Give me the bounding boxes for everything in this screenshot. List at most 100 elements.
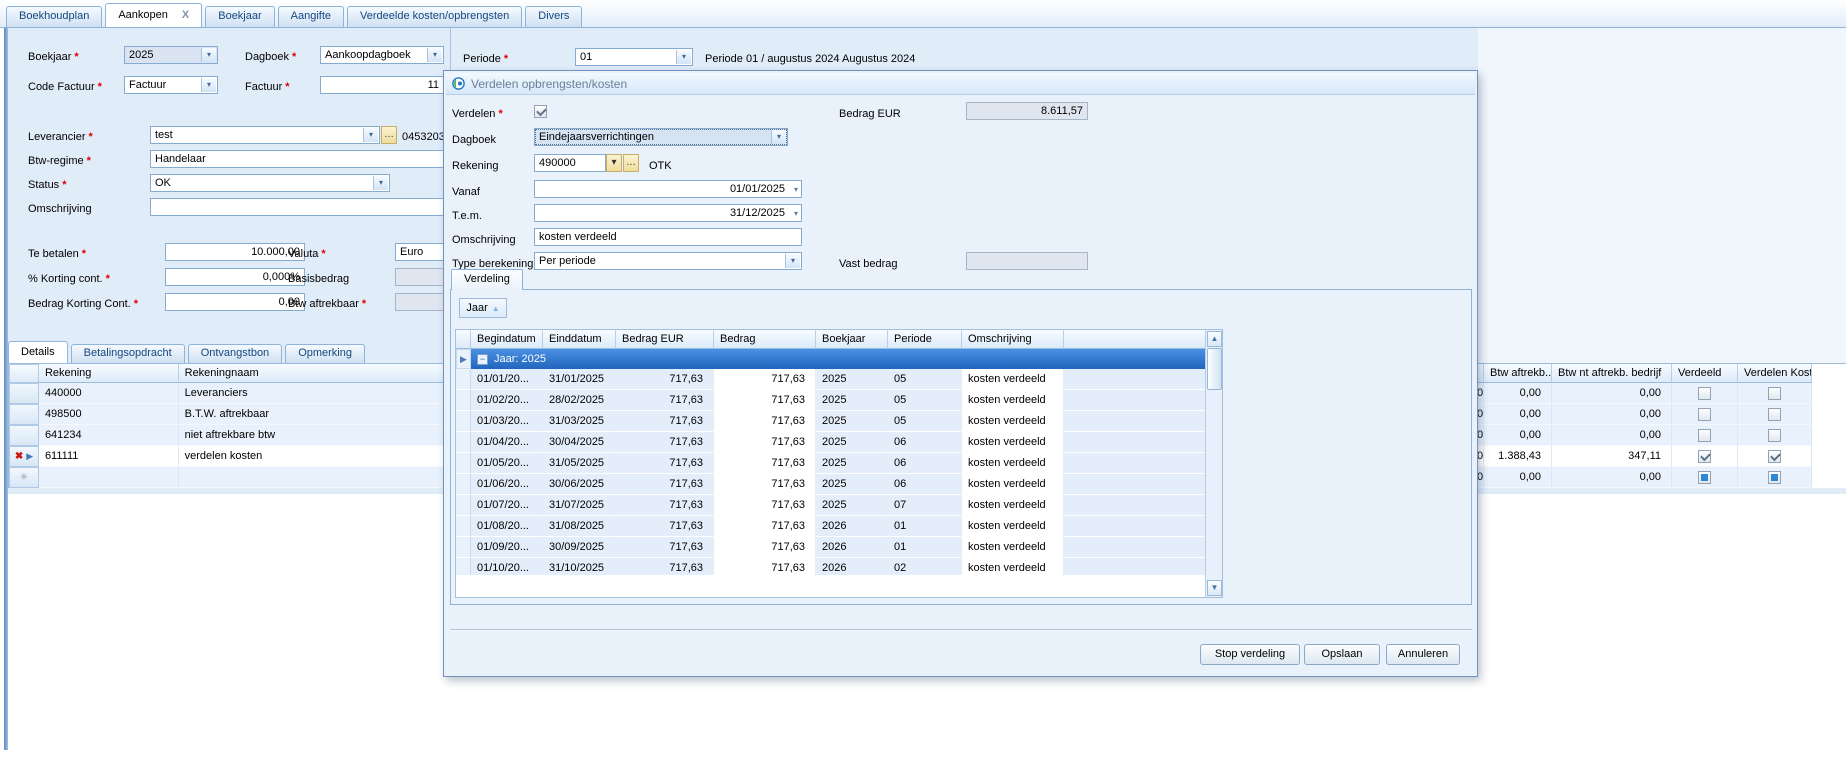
col-boekjaar[interactable]: Boekjaar <box>816 330 888 349</box>
chevron-down-icon[interactable]: ▾ <box>201 48 216 62</box>
col-begindatum[interactable]: Begindatum <box>471 330 543 349</box>
code-factuur-select[interactable]: Factuur▾ <box>124 76 218 94</box>
verdeling-row[interactable]: 01/07/20... 31/07/2025 717,63 717,63 202… <box>456 495 1207 516</box>
table-row[interactable]: 0 0,00 0,00 <box>1477 383 1846 404</box>
row-header[interactable]: ✖ ▶ <box>9 446 39 467</box>
row-header[interactable] <box>9 425 39 446</box>
col-verdeeld[interactable]: Verdeeld <box>1672 364 1738 383</box>
leverancier-select[interactable]: test▾ <box>150 126 380 144</box>
table-row-new[interactable]: ✳ <box>9 467 444 488</box>
scrollbar-thumb[interactable] <box>1207 348 1222 390</box>
col-rekening[interactable]: Rekening <box>39 364 179 383</box>
col-rekeningnaam[interactable]: Rekeningnaam <box>179 364 444 383</box>
tab-aankopen[interactable]: Aankopen X <box>105 3 202 27</box>
table-row-current[interactable]: 0 1.388,43 347,11 <box>1477 446 1846 467</box>
verdeling-row[interactable]: 01/02/20... 28/02/2025 717,63 717,63 202… <box>456 390 1207 411</box>
periode-select[interactable]: 01▾ <box>575 48 693 66</box>
verdeeld-checkbox[interactable] <box>1698 471 1711 484</box>
group-row-jaar-2025[interactable]: ▶ − Jaar: 2025 <box>456 349 1207 369</box>
dialog-rekening-input[interactable]: 490000 <box>534 154 606 172</box>
col-btw-nt-aftrekb[interactable]: Btw nt aftrekb. bedrijf <box>1552 364 1672 383</box>
opslaan-button[interactable]: Opslaan <box>1304 644 1380 665</box>
chevron-down-icon[interactable]: ▾ <box>676 50 691 64</box>
table-row[interactable]: 0 0,00 0,00 <box>1477 425 1846 446</box>
verdelen-kosten-checkbox[interactable] <box>1768 429 1781 442</box>
korting-bedrag-input[interactable]: 0,00 <box>165 293 305 311</box>
dialog-omschrijving-input[interactable]: kosten verdeeld <box>534 228 802 246</box>
col-einddatum[interactable]: Einddatum <box>543 330 616 349</box>
table-row[interactable]: 0 0,00 0,00 <box>1477 404 1846 425</box>
scroll-up-icon[interactable]: ▲ <box>1207 331 1222 347</box>
col-periode[interactable]: Periode <box>888 330 962 349</box>
verdeling-row[interactable]: 01/05/20... 31/05/2025 717,63 717,63 202… <box>456 453 1207 474</box>
vanaf-input[interactable]: 01/01/2025▾ <box>534 180 802 198</box>
chevron-down-icon[interactable]: ▾ <box>373 176 388 190</box>
verdeeld-checkbox[interactable] <box>1698 387 1711 400</box>
factuur-input[interactable]: 11 <box>320 76 444 94</box>
verdelen-kosten-checkbox[interactable] <box>1768 450 1781 463</box>
korting-pct-input[interactable]: 0,000% <box>165 268 305 286</box>
col-bedrag-eur[interactable]: Bedrag EUR <box>616 330 714 349</box>
rekening-lookup-button[interactable]: … <box>623 154 639 172</box>
chevron-down-icon[interactable]: ▾ <box>771 130 786 144</box>
status-select[interactable]: OK▾ <box>150 174 390 192</box>
boekjaar-select[interactable]: 2025▾ <box>124 46 218 64</box>
table-row-current[interactable]: ✖ ▶ 611111 verdelen kosten <box>9 446 444 467</box>
row-header[interactable] <box>9 383 39 404</box>
verdeling-row[interactable]: 01/10/20... 31/10/2025 717,63 717,63 202… <box>456 558 1207 575</box>
verdeling-row[interactable]: 01/01/20... 31/01/2025 717,63 717,63 202… <box>456 369 1207 390</box>
verdeling-row[interactable]: 01/04/20... 30/04/2025 717,63 717,63 202… <box>456 432 1207 453</box>
verdelen-kosten-checkbox[interactable] <box>1768 471 1781 484</box>
tab-verdeelde-kosten[interactable]: Verdeelde kosten/opbrengsten <box>347 6 522 27</box>
tab-aangifte[interactable]: Aangifte <box>278 6 344 27</box>
rekening-dropdown-button[interactable]: ▾ <box>606 154 622 172</box>
dagboek-select[interactable]: Aankoopdagboek▾ <box>320 46 444 64</box>
table-row[interactable]: 498500 B.T.W. aftrekbaar <box>9 404 444 425</box>
collapse-icon[interactable]: − <box>477 354 488 365</box>
dialog-titlebar[interactable]: Verdelen opbrengsten/kosten <box>446 73 1475 95</box>
verdeling-row[interactable]: 01/08/20... 31/08/2025 717,63 717,63 202… <box>456 516 1207 537</box>
verdeling-row[interactable]: 01/03/20... 31/03/2025 717,63 717,63 202… <box>456 411 1207 432</box>
vertical-scrollbar[interactable]: ▲ ▼ <box>1205 330 1222 597</box>
chevron-down-icon[interactable]: ▾ <box>201 78 216 92</box>
verdeeld-checkbox[interactable] <box>1698 408 1711 421</box>
col-btw-aftrekb[interactable]: Btw aftrekb... <box>1484 364 1552 383</box>
verdeling-row[interactable]: 01/06/20... 30/06/2025 717,63 717,63 202… <box>456 474 1207 495</box>
chevron-down-icon[interactable]: ▾ <box>794 210 798 218</box>
annuleren-button[interactable]: Annuleren <box>1386 644 1460 665</box>
te-betalen-input[interactable]: 10.000,00 <box>165 243 305 261</box>
tab-boekhoudplan[interactable]: Boekhoudplan <box>6 6 102 27</box>
col-bedrag[interactable]: Bedrag <box>714 330 816 349</box>
close-tab-icon[interactable]: X <box>182 4 189 27</box>
tab-verdeling[interactable]: Verdeling <box>451 269 523 290</box>
type-berekening-select[interactable]: Per periode▾ <box>534 252 802 270</box>
tab-betalingsopdracht[interactable]: Betalingsopdracht <box>71 344 185 363</box>
chevron-down-icon[interactable]: ▾ <box>794 186 798 194</box>
table-row-new[interactable]: 0 0,00 0,00 <box>1477 467 1846 488</box>
row-header[interactable]: ✳ <box>9 467 39 488</box>
tem-input[interactable]: 31/12/2025▾ <box>534 204 802 222</box>
chevron-down-icon[interactable]: ▾ <box>427 48 442 62</box>
chevron-down-icon[interactable]: ▾ <box>785 254 800 268</box>
tab-divers[interactable]: Divers <box>525 6 582 27</box>
verdeling-row[interactable]: 01/09/20... 30/09/2025 717,63 717,63 202… <box>456 537 1207 558</box>
table-row[interactable]: 641234 niet aftrekbare btw <box>9 425 444 446</box>
chevron-down-icon[interactable]: ▾ <box>363 128 378 142</box>
row-header[interactable] <box>9 404 39 425</box>
dialog-dagboek-select[interactable]: Eindejaarsverrichtingen▾ <box>534 128 788 146</box>
tab-opmerking[interactable]: Opmerking <box>285 344 365 363</box>
tab-boekjaar[interactable]: Boekjaar <box>205 6 274 27</box>
btw-regime-input[interactable]: Handelaar <box>150 150 444 168</box>
scroll-down-icon[interactable]: ▼ <box>1207 580 1222 596</box>
tab-details[interactable]: Details <box>8 341 68 363</box>
verdeeld-checkbox[interactable] <box>1698 429 1711 442</box>
delete-row-icon[interactable]: ✖ <box>15 451 23 462</box>
group-by-jaar[interactable]: Jaar ▲ <box>459 298 507 318</box>
verdelen-kosten-checkbox[interactable] <box>1768 408 1781 421</box>
leverancier-lookup-button[interactable]: … <box>381 126 397 144</box>
verdelen-kosten-checkbox[interactable] <box>1768 387 1781 400</box>
col-verdelen-kosten[interactable]: Verdelen Kosten <box>1738 364 1812 383</box>
table-row[interactable]: 440000 Leveranciers <box>9 383 444 404</box>
tab-ontvangstbon[interactable]: Ontvangstbon <box>188 344 283 363</box>
col-omschrijving[interactable]: Omschrijving <box>962 330 1064 349</box>
